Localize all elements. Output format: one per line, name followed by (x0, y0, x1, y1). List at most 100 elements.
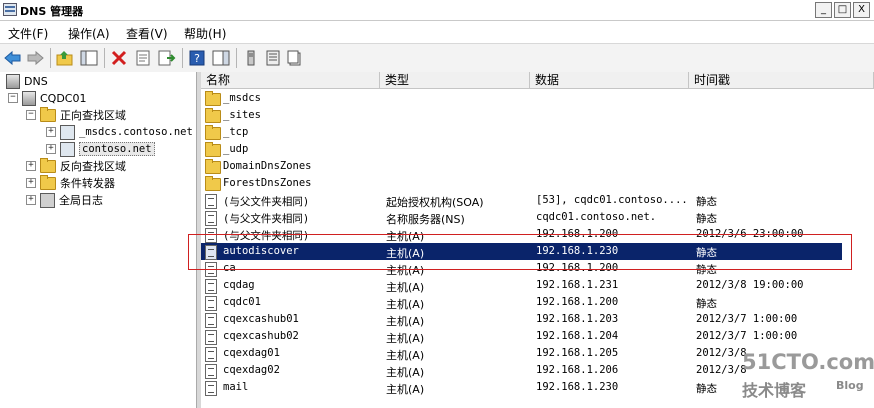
cell-name: cqdag (223, 279, 255, 291)
dns-app-icon (3, 3, 17, 16)
cell-name: mail (223, 381, 249, 393)
cell-data: 192.168.1.204 (536, 330, 619, 342)
cell-type: 主机(A) (386, 383, 425, 396)
tree-label-zone-contoso: contoso.net (79, 142, 155, 156)
tree-label-server: CQDC01 (40, 91, 87, 105)
forward-arrow-icon[interactable] (26, 49, 44, 67)
tree-node-zone-contoso[interactable]: + contoso.net (46, 141, 155, 157)
table-row[interactable]: ForestDnsZones (201, 175, 842, 192)
zone-icon[interactable] (286, 49, 304, 67)
cell-data: [53], cqdc01.contoso.... (536, 194, 688, 206)
collapse-toggle[interactable]: − (8, 93, 18, 103)
menu-help[interactable]: 帮助(H) (184, 25, 226, 42)
record-icon (205, 279, 217, 294)
record-icon (205, 330, 217, 345)
cell-name: cqexdag01 (223, 347, 280, 359)
record-icon (205, 364, 217, 379)
collapse-toggle[interactable]: − (26, 110, 36, 120)
menu-view[interactable]: 查看(V) (126, 25, 168, 42)
column-header-timestamp[interactable]: 时间戳 (689, 72, 874, 89)
record-icon (205, 194, 217, 209)
expand-toggle[interactable]: + (26, 161, 36, 171)
table-row[interactable]: (与父文件夹相同) 起始授权机构(SOA) [53], cqdc01.contoso… (201, 192, 842, 209)
expand-toggle[interactable]: + (46, 144, 56, 154)
table-row[interactable]: cqdag 主机(A) 192.168.1.231 2012/3/8 19:00:00 (201, 277, 842, 294)
record-icon (205, 313, 217, 328)
minimize-button[interactable]: _ (815, 2, 832, 18)
cell-name: (与父文件夹相同) (223, 213, 310, 225)
cell-type: 主机(A) (386, 298, 425, 311)
cell-data: cqdc01.contoso.net. (536, 211, 657, 223)
menu-file[interactable]: 文件(F) (8, 25, 48, 42)
title-bar: DNS 管理器 _ □ X (0, 0, 874, 21)
cell-name: cqexdag02 (223, 364, 280, 376)
svg-text:?: ? (194, 52, 200, 65)
record-icon (205, 347, 217, 362)
table-row[interactable]: cqexcashub01 主机(A) 192.168.1.203 2012/3/7 1… (201, 311, 842, 328)
folder-icon (205, 176, 221, 191)
cell-name: ForestDnsZones (223, 177, 312, 189)
cell-type: 主机(A) (386, 281, 425, 294)
server-icon[interactable] (242, 49, 260, 67)
dns-icon (6, 73, 20, 89)
up-folder-icon[interactable] (56, 49, 74, 67)
tree-node-reverse-zones[interactable]: + 反向查找区域 (26, 157, 126, 174)
cell-timestamp: 2012/3/8 (696, 347, 747, 359)
table-row[interactable]: DomainDnsZones (201, 158, 842, 175)
show-hide-tree-icon[interactable] (80, 49, 98, 67)
folder-icon (205, 91, 221, 106)
cell-data: 192.168.1.205 (536, 347, 619, 359)
table-row[interactable]: (与父文件夹相同) 名称服务器(NS) cqdc01.contoso.net. 静态 (201, 209, 842, 226)
delete-icon[interactable] (110, 49, 128, 67)
column-header-data[interactable]: 数据 (530, 72, 689, 89)
expand-toggle[interactable]: + (26, 195, 36, 205)
zone-icon (60, 124, 75, 140)
list-view-icon[interactable] (264, 49, 282, 67)
cell-name: _sites (223, 109, 261, 121)
tree-node-forwarders[interactable]: + 条件转发器 (26, 174, 115, 191)
table-row[interactable]: _msdcs (201, 90, 842, 107)
menu-action[interactable]: 操作(A) (68, 25, 110, 42)
tree-node-dns[interactable]: DNS (6, 73, 48, 89)
cell-data: 192.168.1.230 (536, 381, 619, 393)
table-row[interactable]: _tcp (201, 124, 842, 141)
column-header-type[interactable]: 类型 (380, 72, 530, 89)
back-arrow-icon[interactable] (4, 49, 22, 67)
close-button[interactable]: X (853, 2, 870, 18)
folder-icon (205, 142, 221, 157)
maximize-button[interactable]: □ (834, 2, 851, 18)
export-list-icon[interactable] (158, 49, 176, 67)
watermark-sub: 技术博客 (742, 381, 807, 400)
tree-node-server[interactable]: − CQDC01 (8, 90, 87, 106)
log-icon (40, 192, 55, 208)
cell-data: 192.168.1.203 (536, 313, 619, 325)
console-tree: DNS − CQDC01 − 正向查找区域 + _msdcs.contoso.n… (0, 72, 197, 408)
toolbar: ? (0, 43, 874, 73)
show-action-pane-icon[interactable] (212, 49, 230, 67)
cell-name: DomainDnsZones (223, 160, 312, 172)
tree-node-forward-zones[interactable]: − 正向查找区域 (26, 106, 126, 123)
column-header-name[interactable]: 名称 (201, 72, 380, 89)
folder-icon (205, 108, 221, 123)
record-icon (205, 296, 217, 311)
table-row[interactable]: cqdc01 主机(A) 192.168.1.200 静态 (201, 294, 842, 311)
cell-timestamp: 静态 (696, 213, 717, 225)
server-icon (22, 90, 36, 106)
tree-node-global-logs[interactable]: + 全局日志 (26, 192, 103, 208)
cell-timestamp: 静态 (696, 196, 717, 208)
tree-label-global-logs: 全局日志 (59, 194, 103, 207)
cell-timestamp: 2012/3/8 (696, 364, 747, 376)
properties-icon[interactable] (134, 49, 152, 67)
table-row[interactable]: cqexcashub02 主机(A) 192.168.1.204 2012/3/7 1… (201, 328, 842, 345)
cell-timestamp: 2012/3/7 1:00:00 (696, 313, 798, 325)
expand-toggle[interactable]: + (46, 127, 56, 137)
help-icon[interactable]: ? (188, 49, 206, 67)
cell-timestamp: 2012/3/7 1:00:00 (696, 330, 798, 342)
tree-node-zone-msdcs[interactable]: + _msdcs.contoso.net (46, 124, 193, 140)
watermark: 51CTO.com 技术博客 Blog (742, 350, 874, 402)
cell-data: 192.168.1.231 (536, 279, 619, 291)
table-row[interactable]: _udp (201, 141, 842, 158)
tree-label-reverse-zones: 反向查找区域 (60, 160, 126, 173)
table-row[interactable]: _sites (201, 107, 842, 124)
expand-toggle[interactable]: + (26, 178, 36, 188)
